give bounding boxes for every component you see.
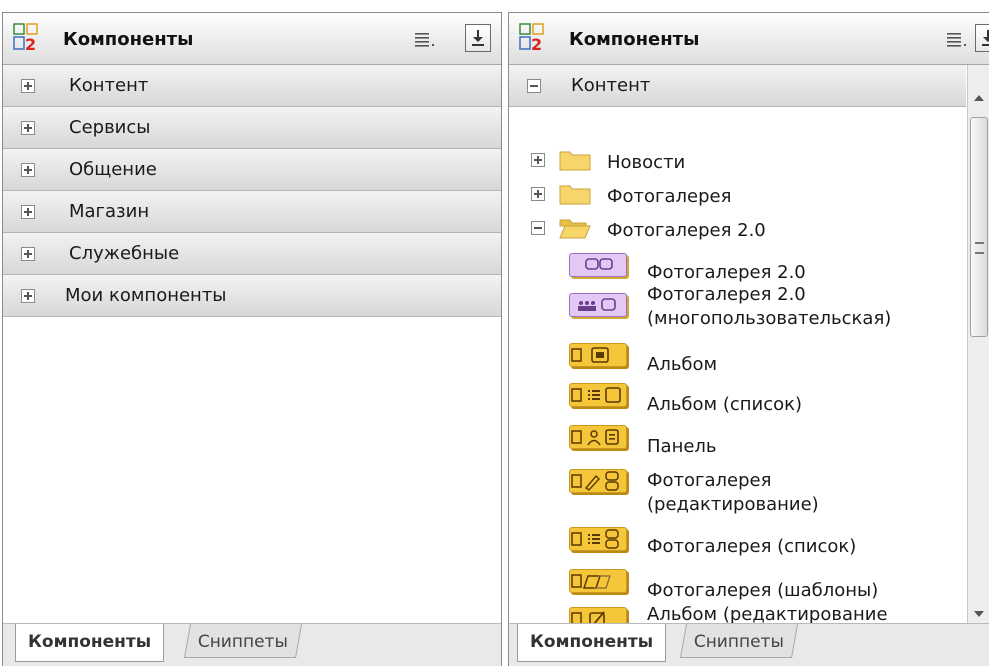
component-icon[interactable]	[569, 425, 627, 449]
component-label[interactable]: Фотогалерея (список)	[647, 535, 856, 559]
component-label[interactable]: Фотогалерея 2.0	[647, 283, 806, 307]
list-menu-icon[interactable]	[945, 29, 969, 51]
photogallery-icon	[585, 258, 613, 270]
accordion-label: Контент	[69, 75, 149, 96]
accordion-section-communication[interactable]: Общение	[3, 149, 501, 191]
accordion-label: Сервисы	[69, 117, 151, 138]
tab-label: Сниппеты	[197, 632, 288, 652]
gallery-templates-icon	[571, 574, 611, 589]
tree-folder-photogallery[interactable]: Фотогалерея	[607, 185, 731, 209]
component-label[interactable]: Альбом (список)	[647, 393, 802, 417]
tab-components[interactable]: Компоненты	[15, 624, 165, 662]
accordion-section-shop[interactable]: Магазин	[3, 191, 501, 233]
panel-title: Компоненты	[63, 29, 194, 50]
tree-folder-news[interactable]: Новости	[607, 151, 685, 175]
accordion-label: Общение	[69, 159, 157, 180]
expand-plus-icon[interactable]	[21, 247, 35, 261]
download-button[interactable]	[465, 24, 491, 52]
accordion-label: Магазин	[69, 201, 150, 222]
download-icon	[472, 30, 484, 46]
expand-plus-icon[interactable]	[21, 289, 35, 303]
album-list-icon	[571, 387, 621, 403]
component-label[interactable]: Панель	[647, 435, 717, 459]
component-icon[interactable]	[569, 527, 627, 551]
component-label[interactable]: Альбом	[647, 353, 717, 377]
download-button[interactable]	[975, 24, 989, 52]
folder-closed-icon	[559, 151, 591, 171]
collapse-minus-icon[interactable]	[531, 221, 545, 235]
panel-title: Компоненты	[569, 29, 700, 50]
component-label[interactable]: Фотогалерея	[647, 469, 771, 493]
bottom-tabs: Сниппеты Компоненты	[3, 623, 501, 666]
folder-closed-icon	[559, 185, 591, 205]
expand-plus-icon[interactable]	[21, 79, 35, 93]
tab-snippets[interactable]: Сниппеты	[184, 624, 303, 658]
component-label[interactable]: (редактирование)	[647, 493, 819, 517]
accordion-section-services[interactable]: Сервисы	[3, 107, 501, 149]
panel-header: 2 Компоненты	[3, 13, 501, 65]
accordion-section-utility[interactable]: Служебные	[3, 233, 501, 275]
component-icon[interactable]	[569, 469, 627, 493]
component-icon[interactable]	[569, 569, 627, 593]
expand-plus-icon[interactable]	[21, 205, 35, 219]
svg-text:2: 2	[25, 35, 36, 51]
accordion-label: Служебные	[69, 243, 180, 264]
bottom-tabs: Сниппеты Компоненты	[509, 623, 989, 666]
accordion-section-content[interactable]: Контент	[3, 65, 501, 107]
collapse-minus-icon[interactable]	[527, 79, 541, 93]
tab-components[interactable]: Компоненты	[517, 624, 667, 662]
scroll-down-arrow-icon[interactable]	[974, 611, 984, 617]
download-icon	[982, 30, 989, 46]
album-edit-icon	[571, 611, 605, 623]
tab-label: Сниппеты	[693, 632, 784, 652]
accordion-label: Контент	[571, 75, 651, 96]
components-panel-left: 2 Компоненты Контент Сервисы Общение Маг…	[2, 12, 502, 666]
expand-plus-icon[interactable]	[21, 163, 35, 177]
component-icon[interactable]	[569, 383, 627, 407]
component-icon[interactable]	[569, 293, 627, 317]
expand-plus-icon[interactable]	[531, 187, 545, 201]
component-label[interactable]: Альбом (редактирование	[647, 603, 888, 623]
tab-snippets[interactable]: Сниппеты	[680, 624, 799, 658]
list-menu-icon[interactable]	[413, 29, 437, 51]
tree-folder-photogallery-2[interactable]: Фотогалерея 2.0	[607, 219, 766, 243]
bitrix-logo-icon: 2	[13, 23, 38, 51]
expand-plus-icon[interactable]	[531, 153, 545, 167]
components-panel-right: 2 Компоненты Контент Новости Фотогалерея…	[508, 12, 989, 666]
accordion-label: Мои компоненты	[65, 285, 227, 306]
scroll-up-arrow-icon[interactable]	[974, 95, 984, 101]
accordion-section-content[interactable]: Контент	[509, 65, 966, 107]
gallery-edit-icon	[571, 471, 619, 491]
component-tree: Новости Фотогалерея Фотогалерея 2.0 Фото…	[509, 107, 965, 623]
component-label[interactable]: Фотогалерея 2.0	[647, 261, 806, 285]
tree-scrollbar[interactable]	[967, 65, 989, 623]
gallery-list-icon	[571, 529, 619, 549]
component-icon[interactable]	[569, 343, 627, 367]
component-icon[interactable]	[569, 607, 627, 623]
component-icon[interactable]	[569, 253, 627, 277]
component-label[interactable]: (многопользовательская)	[647, 307, 891, 331]
album-icon	[571, 347, 609, 363]
panel-icon	[571, 429, 619, 446]
accordion-section-my-components[interactable]: Мои компоненты	[3, 275, 501, 317]
multiuser-gallery-icon	[578, 298, 616, 311]
expand-plus-icon[interactable]	[21, 121, 35, 135]
scroll-thumb[interactable]	[970, 117, 988, 337]
folder-open-icon	[559, 219, 591, 239]
svg-text:2: 2	[531, 35, 542, 51]
component-label[interactable]: Фотогалерея (шаблоны)	[647, 579, 878, 603]
panel-header: 2 Компоненты	[509, 13, 989, 65]
bitrix-logo-icon: 2	[519, 23, 544, 51]
